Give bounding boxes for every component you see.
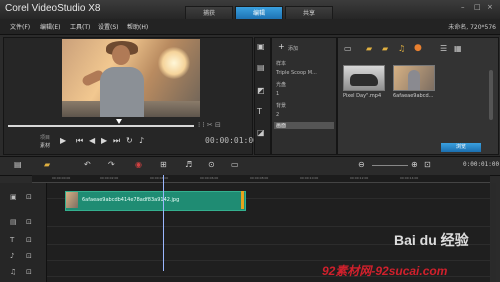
web-icon[interactable]: ● xyxy=(414,43,422,53)
track-headers xyxy=(0,183,47,282)
site-watermark: 92素材网-92sucai.com xyxy=(322,264,448,278)
ruler-tick: 00:00:10:00 xyxy=(300,176,319,180)
mode-clip[interactable]: 素材 xyxy=(40,142,50,149)
clip-trim-handle[interactable] xyxy=(241,191,244,209)
nav-item-selected[interactable]: 画面 xyxy=(274,122,334,129)
mixer-icon[interactable]: ⊞ xyxy=(160,160,167,169)
menu-settings[interactable]: 设置(S) xyxy=(98,22,119,31)
ruler-tick: 00:00:02:00 xyxy=(100,176,119,180)
zoom-slider[interactable] xyxy=(372,165,408,166)
track-toggle-icon[interactable]: ⊡ xyxy=(26,252,32,260)
track-toggle-icon[interactable]: ⊡ xyxy=(26,236,32,244)
overlay-track-icon[interactable]: ▤ xyxy=(10,218,17,226)
volume-icon[interactable]: ♪ xyxy=(139,136,144,145)
auto-music-icon[interactable]: ♬ xyxy=(185,160,192,169)
timeline-duration: 0:00:01:00 xyxy=(463,161,500,168)
add-icon[interactable]: + xyxy=(278,42,285,51)
tab-capture[interactable]: 捕获 xyxy=(185,6,233,20)
thumbnail-caption: Pixel Day".mp4 xyxy=(343,93,382,99)
ruler-tick: 00:00:12:00 xyxy=(350,176,369,180)
ruler-tick: 00:00:08:00 xyxy=(250,176,269,180)
thumbnail-caption: 6afaeae9abcd... xyxy=(393,93,434,99)
nav-item-1[interactable]: 1 xyxy=(276,91,334,97)
graphics-icon[interactable]: ◪ xyxy=(257,128,267,137)
timecode[interactable]: 00:00:01:00 xyxy=(205,136,258,145)
clip-thumbnail xyxy=(66,192,78,208)
storyboard-view-icon[interactable]: ▤ xyxy=(14,160,22,169)
repeat-icon[interactable]: ↻ xyxy=(126,136,133,145)
track-toggle-icon[interactable]: ⊡ xyxy=(26,193,32,201)
minimize-button[interactable]: – xyxy=(461,3,465,11)
nav-item-disc[interactable]: 光盘 xyxy=(276,81,334,88)
end-icon[interactable]: ⏭ xyxy=(113,136,120,146)
clip-name: 6afaeae9abcdb414e78adf83a9142.jpg xyxy=(82,197,180,203)
ruler-tick: 00:00:00:00 xyxy=(52,176,71,180)
trim-markers-icon[interactable]: ⁞ ⁞ ✂ ⊟ xyxy=(198,121,221,129)
close-button[interactable]: × xyxy=(487,3,493,11)
undo-icon[interactable]: ↶ xyxy=(84,160,91,169)
video-track-icon[interactable]: ▣ xyxy=(10,193,17,201)
baidu-watermark: Bai du 经验 xyxy=(394,232,469,248)
play-icon[interactable]: ▶ xyxy=(60,136,66,145)
redo-icon[interactable]: ↷ xyxy=(108,160,115,169)
show-photos-icon[interactable]: ▰ xyxy=(382,44,388,53)
app-title: Corel VideoStudio X8 xyxy=(5,3,101,14)
motion-track-icon[interactable]: ⊙ xyxy=(208,160,215,169)
menu-file[interactable]: 文件(F) xyxy=(10,22,30,31)
nav-item-triple-scoop[interactable]: Triple Scoop M... xyxy=(276,70,334,76)
thumbnail-video[interactable] xyxy=(343,65,385,91)
add-label[interactable]: 添加 xyxy=(288,45,298,52)
record-icon[interactable]: ◉ xyxy=(135,160,142,169)
nav-item-2[interactable]: 2 xyxy=(276,112,334,118)
show-videos-icon[interactable]: ▰ xyxy=(366,44,372,53)
nav-item-sample[interactable]: 样本 xyxy=(276,60,334,67)
scrub-handle[interactable] xyxy=(116,119,122,124)
menu-edit[interactable]: 编辑(E) xyxy=(40,22,60,31)
playhead[interactable] xyxy=(163,175,164,271)
mode-project[interactable]: 项目 xyxy=(40,134,50,141)
instant-project-icon[interactable]: ▤ xyxy=(257,63,267,72)
list-view-icon[interactable]: ☰ xyxy=(440,44,447,53)
ruler-tick: 00:00:14:00 xyxy=(400,176,419,180)
zoom-out-icon[interactable]: ⊖ xyxy=(358,160,365,169)
menu-help[interactable]: 帮助(H) xyxy=(127,22,148,31)
nav-item-background[interactable]: 背景 xyxy=(276,102,334,109)
home-icon[interactable]: ⏮ xyxy=(76,136,83,146)
folder-icon[interactable]: ▭ xyxy=(344,44,352,53)
ruler-tick: 00:00:06:00 xyxy=(200,176,219,180)
prev-frame-icon[interactable]: ◀ xyxy=(89,136,95,145)
voice-track-icon[interactable]: ♪ xyxy=(10,252,14,260)
next-frame-icon[interactable]: ▶ xyxy=(101,136,107,145)
thumbnail-photo[interactable] xyxy=(393,65,435,91)
title-icon[interactable]: T xyxy=(257,107,267,116)
music-track-icon[interactable]: ♫ xyxy=(10,268,16,276)
fit-project-icon[interactable]: ⊡ xyxy=(424,160,431,169)
title-track-icon[interactable]: T xyxy=(10,236,14,244)
library-scrollbar[interactable] xyxy=(489,70,493,120)
video-preview xyxy=(62,39,200,117)
grid-view-icon[interactable]: ▦ xyxy=(454,44,462,53)
subtitle-icon[interactable]: ▭ xyxy=(231,160,239,169)
browse-button[interactable]: 浏览 xyxy=(441,143,481,152)
project-info: 未命名, 720*576 xyxy=(448,24,496,31)
transition-icon[interactable]: ◩ xyxy=(257,86,267,95)
track-toggle-icon[interactable]: ⊡ xyxy=(26,268,32,276)
show-audio-icon[interactable]: ♫ xyxy=(398,44,405,53)
zoom-in-icon[interactable]: ⊕ xyxy=(411,160,418,169)
media-icon[interactable]: ▣ xyxy=(257,42,267,51)
timeline-scrollbar[interactable] xyxy=(491,183,496,282)
track-row xyxy=(47,211,490,227)
ruler-tick: 00:00:04:00 xyxy=(150,176,169,180)
menu-tools[interactable]: 工具(T) xyxy=(70,22,90,31)
maximize-button[interactable]: □ xyxy=(474,3,481,11)
library-side-toolbar xyxy=(254,37,271,155)
tab-edit[interactable]: 编辑 xyxy=(235,6,283,20)
tab-share[interactable]: 共享 xyxy=(285,6,333,20)
timeline-view-icon[interactable]: ▰ xyxy=(44,160,50,169)
track-toggle-icon[interactable]: ⊡ xyxy=(26,218,32,226)
scrub-bar[interactable] xyxy=(8,125,194,127)
